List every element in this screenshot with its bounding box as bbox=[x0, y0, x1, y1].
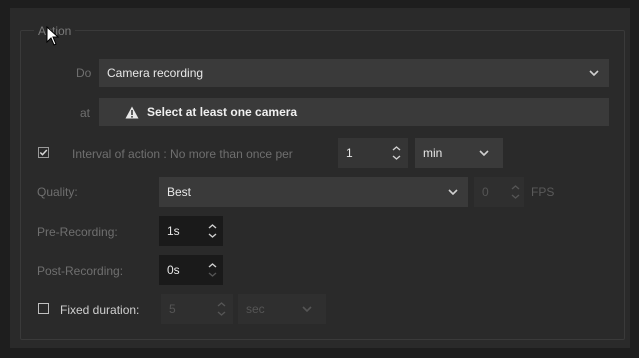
fixed-duration-value: 5 bbox=[169, 302, 176, 316]
chevron-down-icon[interactable] bbox=[392, 155, 401, 160]
post-recording-value: 0s bbox=[167, 263, 180, 277]
chevron-down-icon[interactable] bbox=[511, 194, 520, 199]
post-recording-stepper[interactable] bbox=[205, 256, 219, 284]
chevron-down-icon bbox=[448, 189, 458, 195]
chevron-down-icon bbox=[302, 306, 312, 312]
chevron-down-icon bbox=[479, 150, 489, 156]
do-label: Do bbox=[76, 66, 92, 80]
camera-select[interactable]: Select at least one camera bbox=[99, 98, 609, 126]
interval-unit-value: min bbox=[423, 146, 443, 160]
interval-unit-select[interactable]: min bbox=[415, 138, 503, 168]
fps-unit-label: FPS bbox=[531, 185, 555, 199]
action-type-select[interactable]: Camera recording bbox=[99, 59, 609, 87]
quality-value: Best bbox=[167, 185, 192, 199]
chevron-up-icon[interactable] bbox=[511, 185, 520, 190]
chevron-down-icon[interactable] bbox=[208, 233, 217, 238]
chevron-up-icon[interactable] bbox=[208, 224, 217, 229]
fixed-duration-stepper[interactable] bbox=[214, 295, 228, 323]
at-label: at bbox=[80, 106, 91, 120]
pre-recording-value: 1s bbox=[167, 224, 180, 238]
quality-select[interactable]: Best bbox=[159, 177, 468, 207]
post-recording-label: Post-Recording: bbox=[37, 264, 124, 278]
chevron-up-icon[interactable] bbox=[208, 263, 217, 268]
fixed-duration-checkbox[interactable] bbox=[38, 303, 49, 314]
interval-label: Interval of action : No more than once p… bbox=[72, 147, 293, 161]
chevron-up-icon[interactable] bbox=[217, 302, 226, 307]
warning-icon bbox=[125, 106, 139, 119]
fps-value: 0 bbox=[482, 185, 489, 199]
pre-recording-stepper[interactable] bbox=[205, 217, 219, 245]
camera-warning-text: Select at least one camera bbox=[147, 105, 298, 119]
chevron-down-icon[interactable] bbox=[208, 272, 217, 277]
quality-label: Quality: bbox=[37, 185, 78, 199]
fixed-duration-unit-select[interactable]: sec bbox=[238, 294, 326, 324]
fixed-duration-unit-value: sec bbox=[246, 302, 265, 316]
chevron-up-icon[interactable] bbox=[392, 146, 401, 151]
interval-value: 1 bbox=[346, 146, 353, 160]
chevron-down-icon bbox=[589, 70, 599, 76]
fps-stepper[interactable] bbox=[508, 178, 522, 206]
fixed-duration-label: Fixed duration: bbox=[60, 303, 140, 317]
action-type-value: Camera recording bbox=[107, 66, 204, 80]
interval-stepper[interactable] bbox=[389, 139, 403, 167]
interval-checkbox[interactable] bbox=[38, 147, 49, 158]
chevron-down-icon[interactable] bbox=[217, 311, 226, 316]
mouse-cursor-icon bbox=[46, 26, 60, 46]
pre-recording-label: Pre-Recording: bbox=[37, 225, 118, 239]
